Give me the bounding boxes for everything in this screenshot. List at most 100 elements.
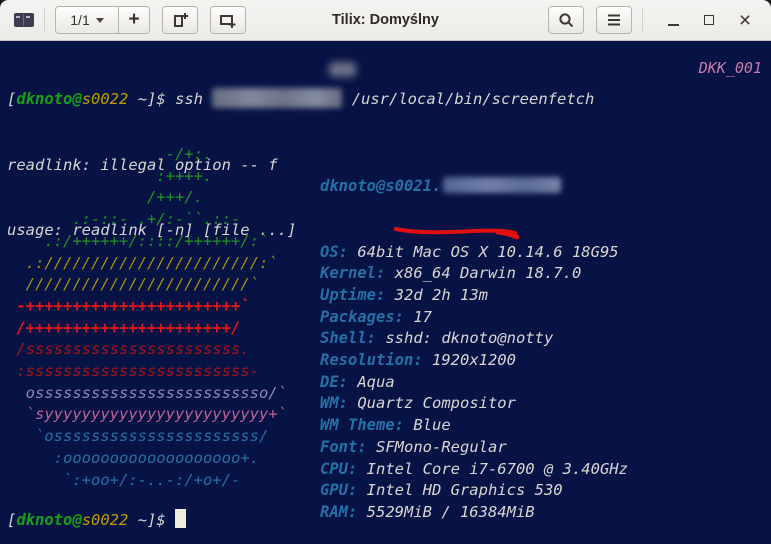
ascii-art-line: .:///////////////////////:`: [7, 253, 278, 272]
ascii-art-line: -+++++++++++++++++++++++`: [7, 296, 250, 315]
add-terminal-down-button[interactable]: [210, 6, 246, 34]
sysinfo-value: 32d 2h 13m: [385, 285, 488, 304]
sysinfo-row: Shell: sshd: dknoto@notty: [320, 328, 628, 350]
sysinfo-label: OS:: [320, 242, 348, 261]
redacted-ip-blur-tail: [329, 62, 356, 77]
ascii-art-line: osssssssssssssssssssssssso/`: [7, 383, 287, 402]
session-indicator-button[interactable]: 1/1: [55, 6, 119, 34]
add-terminal-right-icon: [173, 12, 188, 27]
hamburger-menu-icon: [608, 14, 620, 26]
search-icon: [558, 12, 573, 27]
ascii-art-line: .:-::- .+/:-``.::-: [7, 210, 241, 229]
sysinfo-row: DE: Aqua: [320, 372, 628, 394]
prompt-hostname: s0022: [81, 90, 129, 109]
titlebar-right-controls: ×: [548, 5, 761, 35]
command-path: /usr/local/bin/screenfetch: [342, 90, 595, 109]
prompt-bracket: [: [7, 90, 17, 109]
sysinfo-value: x86_64 Darwin 18.7.0: [385, 264, 582, 283]
sysinfo-rows: OS: 64bit Mac OS X 10.14.6 18G95 Kernel: …: [320, 242, 628, 524]
maximize-button[interactable]: [693, 5, 725, 35]
titlebar-separator: [642, 8, 643, 32]
sysinfo-value: SFMono-Regular: [366, 437, 507, 456]
ssh-command: ssh: [165, 90, 213, 109]
prompt-suffix: ~]$: [128, 90, 166, 109]
sysinfo-label: Shell:: [320, 329, 376, 348]
ascii-art-line: :ssssssssssssssssssssssss-: [7, 362, 259, 381]
sysinfo-value: 64bit Mac OS X 10.14.6 18G95: [348, 242, 619, 261]
session-button-group: 1/1 +: [55, 6, 150, 34]
prompt-at-sign: @: [72, 511, 82, 529]
sysinfo-row: RAM: 5529MiB / 16384MiB: [320, 502, 628, 524]
sysinfo-label: Resolution:: [320, 351, 423, 370]
minimize-button[interactable]: [657, 5, 689, 35]
sysinfo-label: CPU:: [320, 459, 358, 478]
sysinfo-label: Kernel:: [320, 264, 386, 283]
sysinfo-label: WM:: [320, 394, 348, 413]
screenfetch-ascii-apple-logo: -/+:. :++++. /+++/. .:-::- .+/:-``.::- .…: [7, 144, 287, 491]
sysinfo-row: WM Theme: Blue: [320, 415, 628, 437]
chevron-down-icon: [95, 17, 104, 23]
sysinfo-row: OS: 64bit Mac OS X 10.14.6 18G95: [320, 242, 628, 264]
minimize-icon: [667, 24, 679, 26]
maximize-icon: [704, 15, 714, 25]
prompt-hostname: s0022: [81, 511, 129, 529]
sysinfo-row: CPU: Intel Core i7-6700 @ 3.40GHz: [320, 459, 628, 481]
prompt-username: dknoto: [16, 90, 73, 109]
sysinfo-label: Font:: [320, 437, 367, 456]
sysinfo-row: Uptime: 32d 2h 13m: [320, 285, 628, 307]
sysinfo-value: 17: [404, 307, 432, 326]
sysinfo-row: Packages: 17: [320, 307, 628, 329]
sysinfo-value: Quartz Compositor: [348, 394, 516, 413]
new-session-button[interactable]: +: [118, 6, 150, 34]
sysinfo-label: WM Theme:: [320, 416, 404, 435]
new-session-label: +: [128, 8, 140, 30]
ascii-art-line: .:/++++++/::::/++++++/:`: [7, 231, 269, 250]
titlebar: 1/1 + Tilix: Domyślny ×: [0, 0, 771, 41]
redacted-ip-blur: [212, 88, 343, 109]
sysinfo-host-line: dknoto@s0021.: [320, 176, 628, 198]
sysinfo-label: GPU:: [320, 481, 358, 500]
sysinfo-label: RAM:: [320, 502, 358, 521]
prompt-bracket: [: [7, 511, 17, 529]
ascii-art-line: -/+:.: [7, 145, 213, 163]
titlebar-separator: [44, 8, 45, 32]
ascii-art-line: `ossssssssssssssssssssss/: [7, 427, 269, 446]
add-terminal-down-icon: [220, 14, 236, 28]
add-terminal-right-button[interactable]: [162, 6, 198, 34]
sysinfo-row: GPU: Intel HD Graphics 530: [320, 480, 628, 502]
sysinfo-row: Resolution: 1920x1200: [320, 350, 628, 372]
sysinfo-value: Aqua: [348, 372, 395, 391]
ascii-art-line: :++++.: [7, 166, 213, 185]
sysinfo-value: Intel HD Graphics 530: [357, 481, 563, 500]
sysinfo-value: 1920x1200: [422, 351, 516, 370]
sysinfo-row: Kernel: x86_64 Darwin 18.7.0: [320, 263, 628, 285]
ascii-art-line: /++++++++++++++++++++++/: [7, 318, 241, 337]
search-button[interactable]: [548, 6, 584, 34]
prompt-at-sign: @: [72, 90, 82, 109]
tilix-window: 1/1 + Tilix: Domyślny × [dknoto@s0022 ~]…: [0, 0, 771, 544]
ascii-art-line: ////////////////////////`: [7, 275, 259, 294]
ascii-art-line: /sssssssssssssssssssssss.: [7, 340, 250, 359]
sysinfo-label: Uptime:: [320, 285, 386, 304]
close-icon: ×: [738, 8, 752, 32]
ascii-art-line: :ooooooooooooooooooo+.: [7, 448, 259, 467]
terminal-pane[interactable]: [dknoto@s0022 ~]$ ssh /usr/local/bin/scr…: [0, 41, 771, 544]
close-button[interactable]: ×: [729, 5, 761, 35]
watermark-label: DKK_001: [698, 59, 762, 77]
terminal-bottom-prompt: [dknoto@s0022 ~]$: [7, 509, 186, 532]
ascii-art-line: `:+oo+/:-..-:/+o+/-: [7, 470, 241, 489]
sysinfo-label: Packages:: [320, 307, 404, 326]
sysinfo-value: 5529MiB / 16384MiB: [357, 502, 535, 521]
menu-button[interactable]: [596, 6, 632, 34]
command-line: [dknoto@s0022 ~]$ ssh /usr/local/bin/scr…: [7, 88, 594, 111]
redacted-domain-blur: [443, 177, 562, 194]
ascii-art-line: `syyyyyyyyyyyyyyyyyyyyyyyy+`: [7, 405, 287, 424]
sysinfo-value: sshd: dknoto@notty: [376, 329, 554, 348]
sysinfo-label: DE:: [320, 372, 348, 391]
sysinfo-value: Blue: [404, 416, 451, 435]
sysinfo-host: dknoto@s0021.: [320, 177, 442, 196]
session-indicator-label: 1/1: [70, 12, 90, 28]
sysinfo-row: WM: Quartz Compositor: [320, 393, 628, 415]
prompt-suffix: ~]$: [128, 511, 166, 529]
tilix-app-icon: [14, 13, 34, 27]
